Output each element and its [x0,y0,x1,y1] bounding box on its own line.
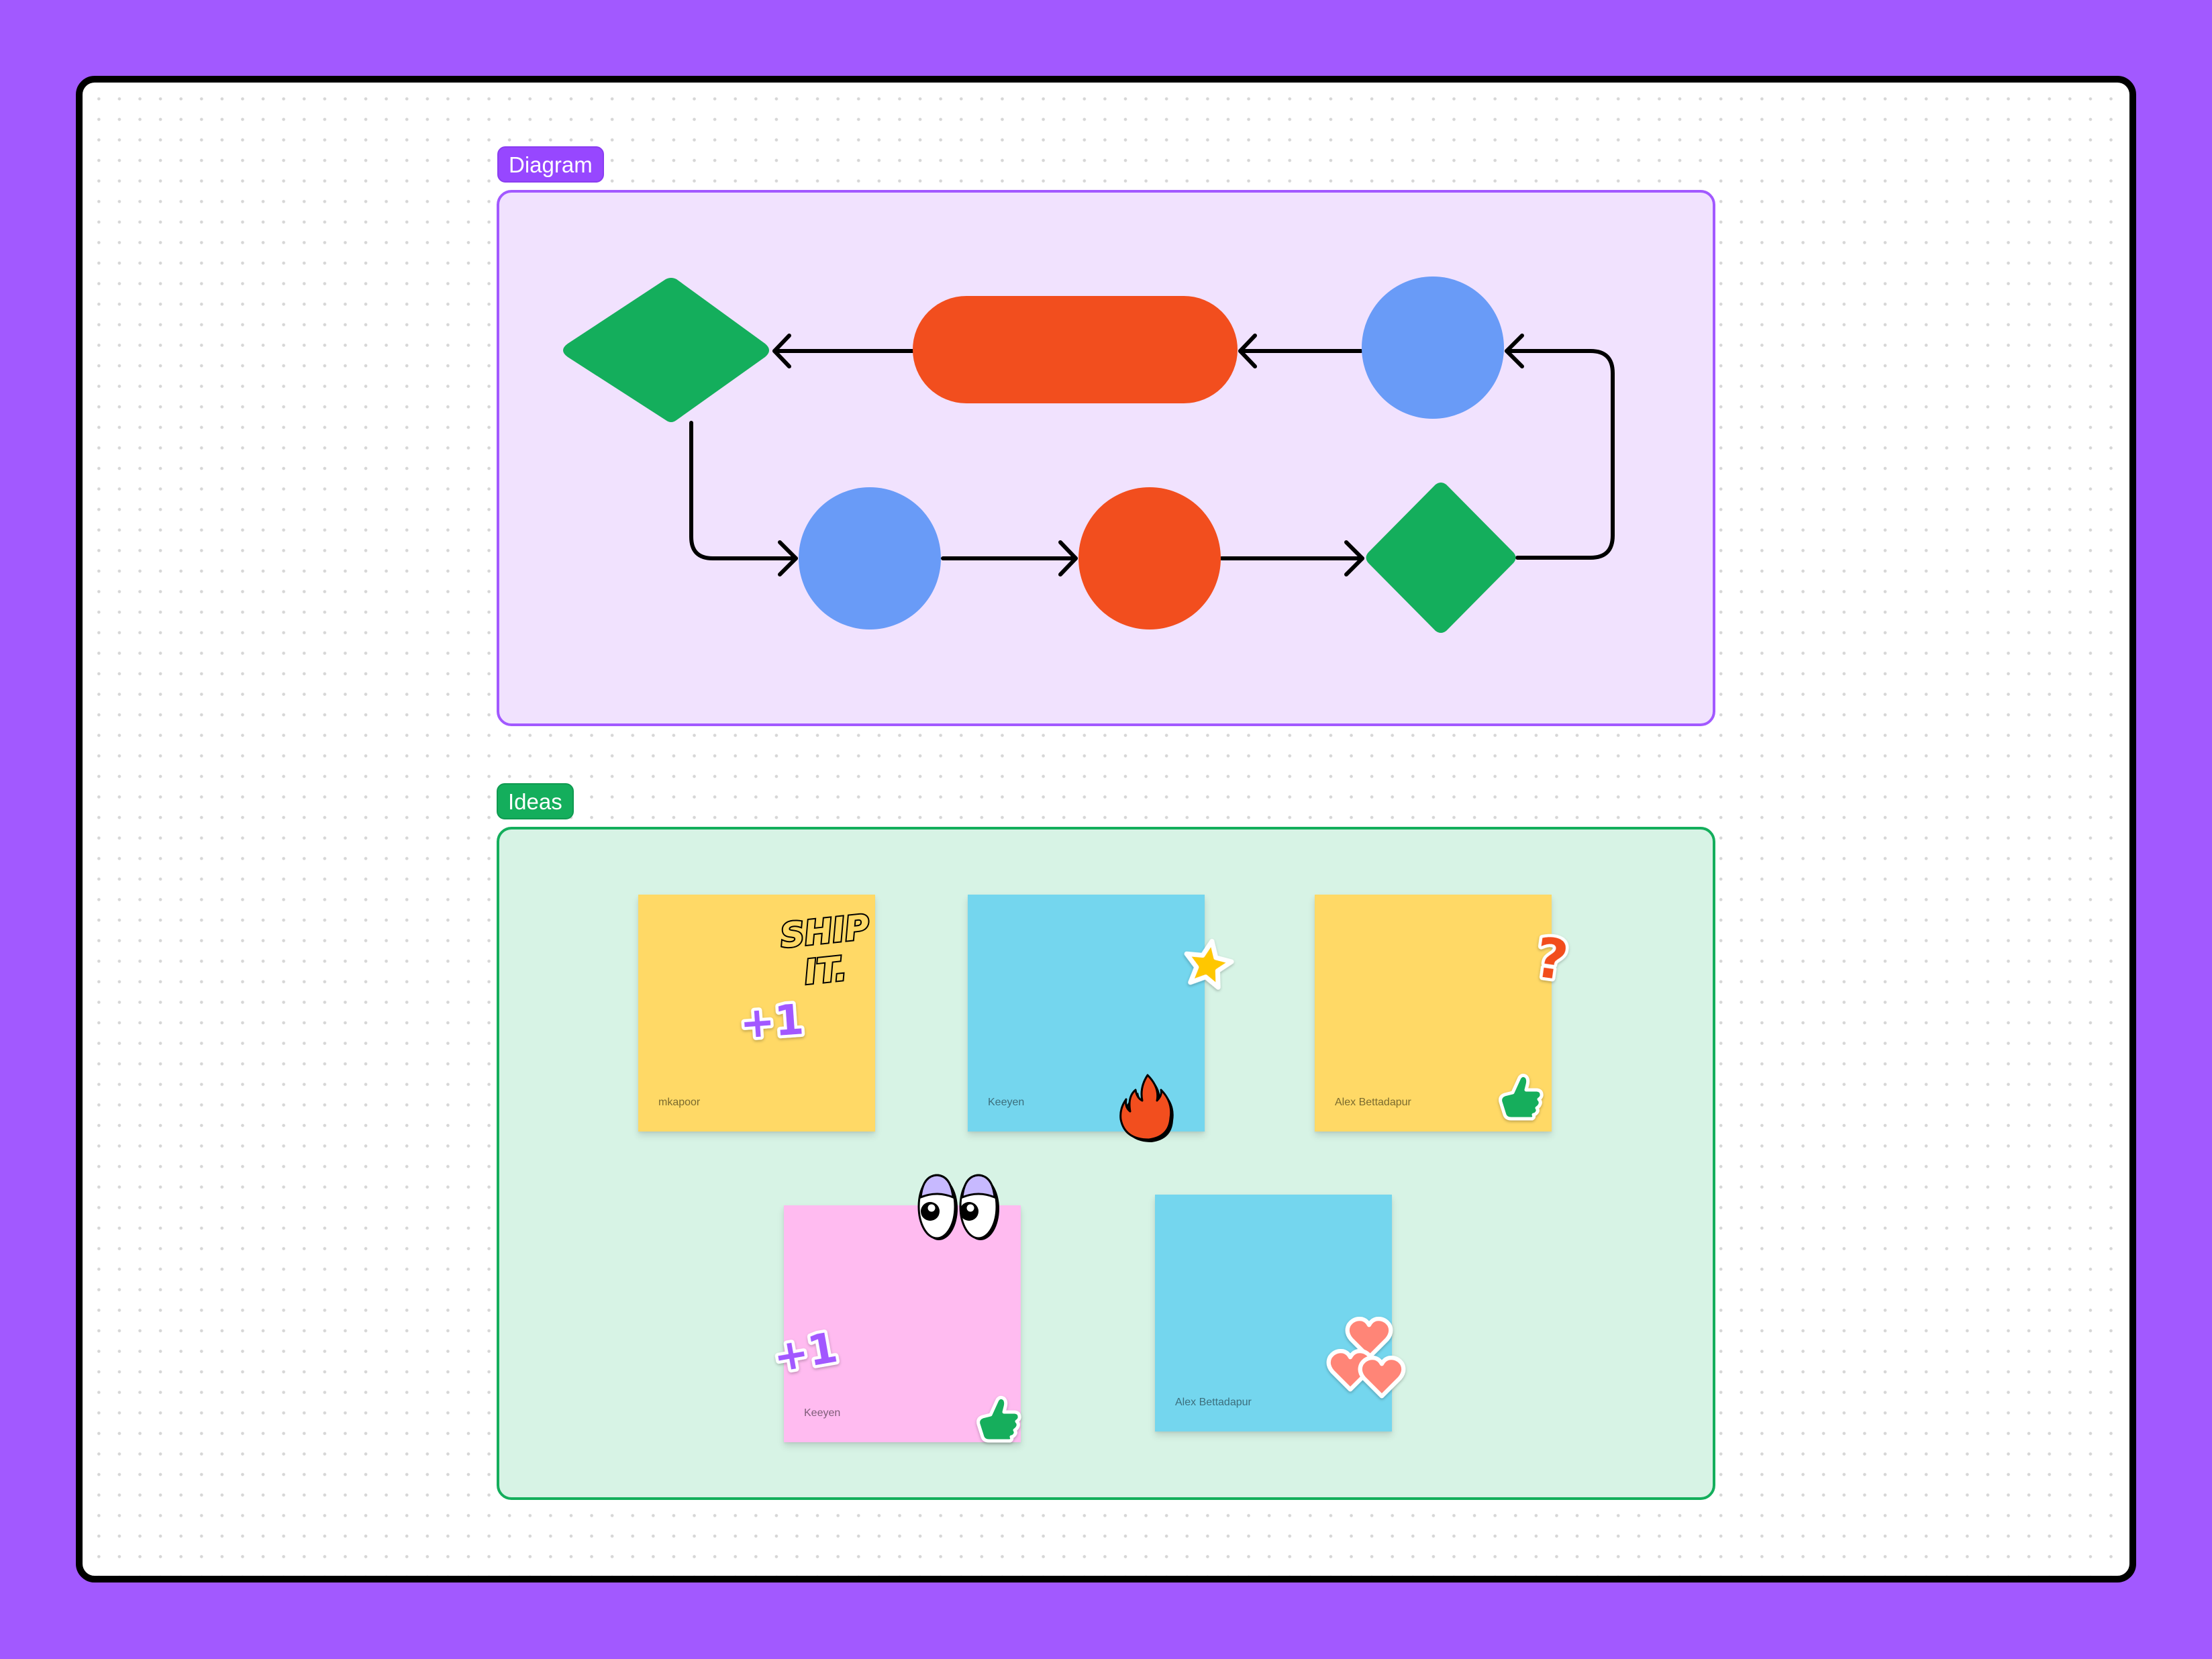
diagram-shape-circle-bottom-left[interactable] [799,487,941,630]
diagram-shape-process-pill[interactable] [913,296,1238,403]
plus-one-label: +1 [738,995,805,1048]
diagram-shape-circle-bottom-middle[interactable] [1078,487,1221,630]
section-diagram[interactable] [497,190,1715,726]
diagram-shape-circle-top-right[interactable] [1362,276,1504,419]
sticky-note[interactable]: Keeyen [968,895,1205,1132]
sticky-author: Keeyen [804,1407,841,1419]
sticky-author: mkapoor [658,1097,701,1108]
sticky-note[interactable]: Alex Bettadapur [1155,1195,1392,1431]
section-label-diagram[interactable]: Diagram [497,146,604,183]
sticky-author: Alex Bettadapur [1175,1397,1252,1408]
sticky-note[interactable]: Keeyen [784,1205,1021,1442]
section-label-ideas[interactable]: Ideas [497,783,574,819]
sticky-author: Keeyen [988,1097,1025,1108]
plus-one-sticker[interactable]: +1 [736,992,809,1051]
sticky-author: Alex Bettadapur [1335,1097,1411,1108]
ship-it-line2: IT. [803,949,849,992]
